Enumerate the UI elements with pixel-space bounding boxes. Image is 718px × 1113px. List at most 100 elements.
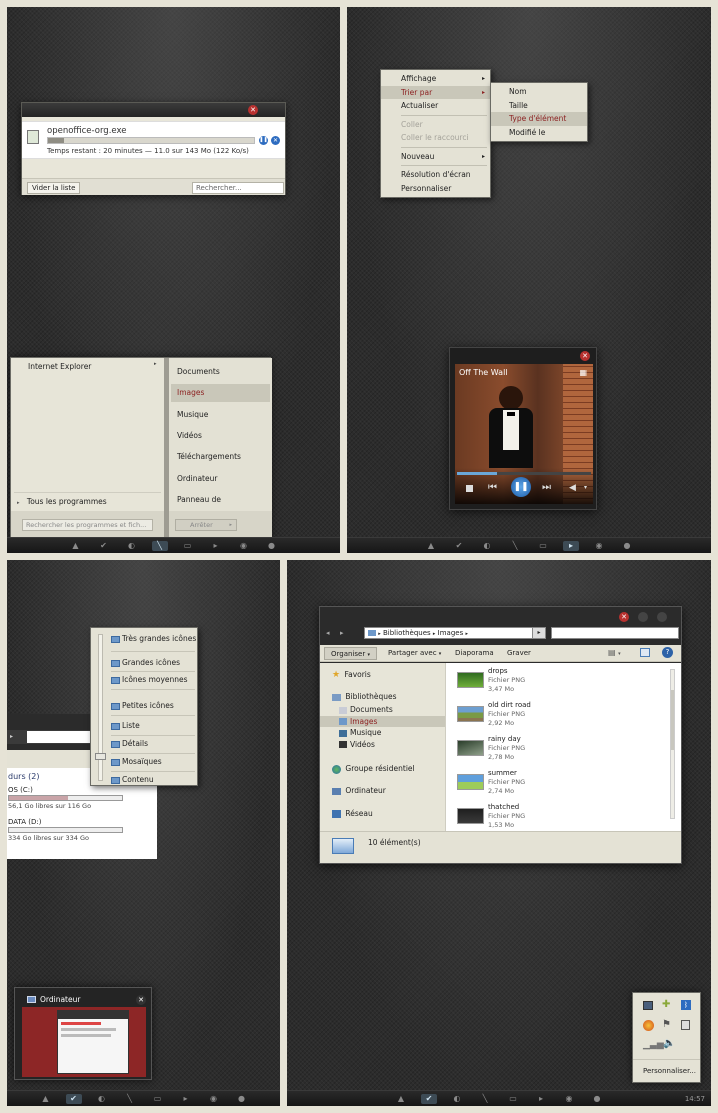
chevron-right-icon[interactable]: ▸ (10, 733, 13, 740)
sort-option[interactable]: Type d'élément (491, 112, 587, 126)
file-item[interactable]: drops Fichier PNG 3,47 Mo (456, 667, 656, 697)
scrollbar[interactable] (670, 669, 675, 819)
flag-icon[interactable]: ⚑ (662, 1019, 671, 1030)
file-item[interactable]: summer Fichier PNG 2,74 Mo (456, 769, 656, 799)
clock[interactable]: 14:57 (685, 1095, 705, 1103)
close-button[interactable]: ✕ (248, 105, 258, 115)
download-item[interactable]: openoffice-org.exe ❚❚ ✕ Temps restant : … (22, 121, 285, 159)
forward-button[interactable]: ▸ (340, 629, 344, 637)
settings-icon[interactable]: ◉ (206, 1094, 222, 1104)
sort-option[interactable]: Nom (491, 85, 587, 99)
view-options-icon[interactable]: ▤ ▾ (608, 648, 621, 657)
bluetooth-icon[interactable]: ᛒ (681, 1000, 691, 1010)
nav-library-item[interactable]: Vidéos (320, 739, 445, 751)
folder-icon[interactable]: ▭ (150, 1094, 166, 1104)
all-programs[interactable]: ▸ Tous les programmes (17, 496, 107, 508)
media-icon[interactable]: ◐ (479, 541, 495, 551)
play-icon[interactable]: ▸ (208, 541, 224, 551)
folder-icon[interactable]: ▭ (505, 1094, 521, 1104)
view-option[interactable]: Détails (111, 737, 197, 750)
start-orb-icon[interactable]: ▲ (423, 541, 439, 551)
cancel-icon[interactable]: ✕ (271, 136, 280, 145)
context-menu-item[interactable]: Trier par ▸ (381, 85, 490, 99)
explorer-icon[interactable]: ✔ (451, 541, 467, 551)
usb-icon[interactable] (681, 1020, 690, 1030)
back-button[interactable]: ◂ (326, 629, 330, 637)
minimize-button[interactable] (638, 612, 648, 622)
seek-bar[interactable] (457, 472, 591, 475)
ie-icon[interactable]: ╲ (122, 1094, 138, 1104)
burn-button[interactable]: Graver (507, 647, 531, 660)
folder-icon[interactable]: ▭ (535, 541, 551, 551)
clear-list-button[interactable]: Vider la liste (27, 182, 81, 194)
pause-button[interactable]: ❚❚ (511, 477, 531, 497)
view-option[interactable]: Icônes moyennes (111, 673, 197, 686)
file-item[interactable]: thatched Fichier PNG 1,53 Mo (456, 803, 656, 833)
view-slider-thumb[interactable] (95, 753, 106, 760)
start-item[interactable]: Musique (171, 406, 270, 424)
ie-icon[interactable]: ╲ (507, 541, 523, 551)
search-input[interactable] (551, 627, 679, 639)
settings-icon[interactable]: ◉ (591, 541, 607, 551)
sync-icon[interactable]: ✚ (662, 999, 670, 1010)
organize-button[interactable]: Organiser ▾ (324, 647, 377, 660)
start-search-input[interactable]: Rechercher les programmes et fich... (22, 519, 153, 531)
close-button[interactable]: ✕ (580, 351, 590, 361)
share-button[interactable]: Partager avec ▾ (388, 647, 441, 660)
play-icon[interactable]: ▸ (178, 1094, 194, 1104)
firefox-icon[interactable] (643, 1020, 654, 1031)
previous-button[interactable]: ⏮ (488, 482, 497, 493)
volume-icon[interactable]: 🔈 (663, 1038, 675, 1049)
start-item[interactable]: Images (171, 384, 270, 403)
context-menu-item[interactable]: Affichage ▸ (381, 72, 490, 86)
media-icon[interactable]: ◐ (124, 541, 140, 551)
view-option[interactable]: Petites icônes (111, 699, 197, 712)
volume-icon[interactable]: ◀ (569, 483, 576, 493)
ie-icon[interactable]: ╲ (477, 1094, 493, 1104)
close-button[interactable]: ✕ (136, 995, 146, 1005)
view-option[interactable]: Contenu (111, 773, 197, 786)
start-item[interactable]: Vidéos (171, 427, 270, 445)
switch-view-icon[interactable]: ▦ (579, 368, 587, 377)
customize-link[interactable]: Personnaliser... (643, 1067, 696, 1075)
nav-favorites[interactable]: ★ Favoris (332, 670, 371, 680)
sort-option[interactable]: Taille (491, 99, 587, 113)
nav-library-item[interactable]: Documents (320, 704, 445, 716)
start-item[interactable]: Documents (171, 363, 270, 381)
address-bar[interactable]: ▸ Bibliothèques ▸ Images ▸ ▾ (364, 627, 546, 639)
user-icon[interactable]: ● (589, 1094, 605, 1104)
user-icon[interactable]: ● (264, 541, 280, 551)
network-signal-icon[interactable]: ▁▃▅ (643, 1040, 664, 1050)
drive-item[interactable]: DATA (D:) 334 Go libres sur 334 Go (8, 818, 153, 850)
context-menu-item[interactable]: Nouveau ▸ (381, 150, 490, 164)
file-item[interactable]: rainy day Fichier PNG 2,78 Mo (456, 735, 656, 765)
view-option[interactable]: Mosaïques (111, 755, 197, 768)
shutdown-button[interactable]: Arrêter ▸ (175, 519, 237, 531)
view-option[interactable]: Liste (111, 719, 197, 732)
media-icon[interactable]: ◐ (94, 1094, 110, 1104)
start-item[interactable]: Téléchargements (171, 448, 270, 466)
chevron-right-icon[interactable]: ▸ (154, 361, 162, 371)
sort-option[interactable]: Modifié le (491, 126, 587, 140)
explorer-icon[interactable]: ✔ (421, 1093, 437, 1104)
start-item[interactable]: Ordinateur (171, 470, 270, 488)
nav-network[interactable]: Réseau (332, 809, 373, 818)
slideshow-button[interactable]: Diaporama (455, 647, 494, 660)
ie-icon[interactable]: ╲ (151, 540, 168, 551)
maximize-button[interactable] (657, 612, 667, 622)
chevron-down-icon[interactable]: ▾ (584, 484, 587, 491)
start-orb-icon[interactable]: ▲ (38, 1094, 54, 1104)
settings-icon[interactable]: ◉ (561, 1094, 577, 1104)
drive-item[interactable]: OS (C:) 56,1 Go libres sur 116 Go (8, 786, 153, 818)
user-icon[interactable]: ● (234, 1094, 250, 1104)
play-icon[interactable]: ▸ (533, 1094, 549, 1104)
search-input[interactable]: Rechercher... (192, 182, 284, 194)
breadcrumb-images[interactable]: Images (438, 629, 464, 637)
nav-library-item[interactable]: Musique (320, 727, 445, 739)
next-button[interactable]: ⏭ (542, 482, 551, 493)
nav-homegroup[interactable]: Groupe résidentiel (332, 764, 415, 774)
nav-library-item[interactable]: Images (320, 715, 445, 727)
program-internet-explorer[interactable]: Internet Explorer (14, 360, 154, 373)
chevron-right-icon[interactable]: ▸ (229, 520, 232, 531)
media-icon[interactable]: ◐ (449, 1094, 465, 1104)
